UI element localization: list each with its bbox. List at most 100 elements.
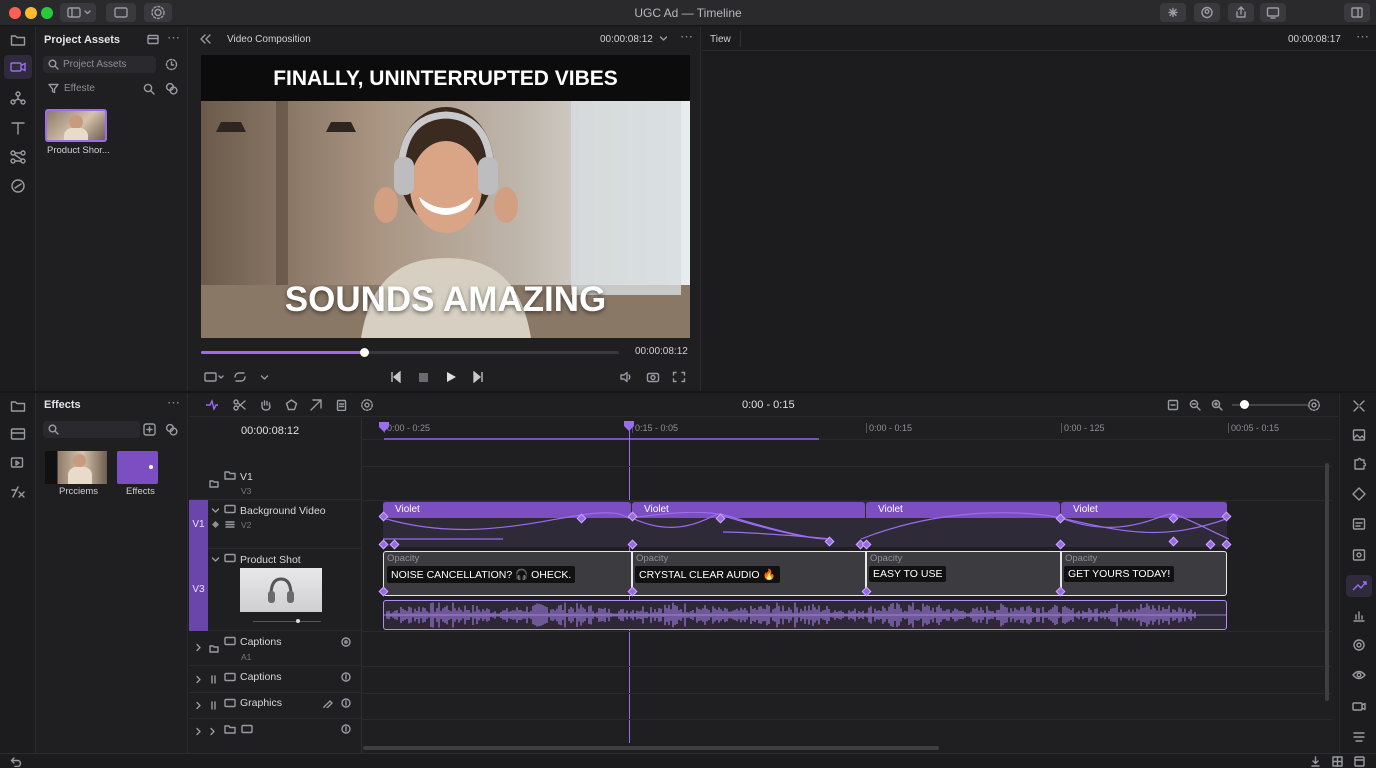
stop-button[interactable] (419, 373, 428, 382)
lower-folder-icon[interactable] (10, 399, 26, 413)
history-icon[interactable] (165, 58, 178, 71)
zoom-slider[interactable] (1232, 400, 1310, 409)
effects-filter-field[interactable]: Effeste (43, 80, 156, 97)
secondary-more-icon[interactable]: ⋯ (1356, 29, 1369, 45)
media-library-icon[interactable] (10, 456, 26, 470)
effects-search-input[interactable] (43, 421, 140, 438)
inspector-puzzle-icon[interactable] (1352, 457, 1366, 471)
clipboard-icon[interactable] (335, 399, 348, 411)
effect-label-effects: Effects (126, 486, 155, 497)
assets-more-icon[interactable]: ⋯ (167, 30, 180, 46)
effects-fx-icon[interactable] (10, 485, 26, 499)
inspector-toggle-icon[interactable] (1344, 3, 1370, 22)
aspect-ratio-icon[interactable] (204, 371, 226, 383)
folder-icon[interactable] (10, 33, 26, 47)
snap-settings-icon[interactable] (1307, 398, 1321, 412)
inspector-tools-icon[interactable] (1352, 399, 1366, 413)
link-icon[interactable] (165, 82, 178, 95)
skip-back-icon[interactable] (390, 371, 402, 383)
snapshot-icon[interactable] (646, 371, 660, 383)
caption-clip-3[interactable]: EASY TO USE (869, 566, 947, 582)
inspector-fx-icon[interactable] (1352, 729, 1366, 743)
timeline-horizontal-scrollbar[interactable] (363, 746, 939, 750)
timecode-dropdown-icon[interactable] (659, 34, 668, 43)
effect-thumb-presets[interactable] (45, 451, 107, 484)
caption-clip-1[interactable]: NOISE CANCELLATION? 🎧 OHECK. (387, 566, 576, 583)
inspector-visibility-icon[interactable] (1352, 668, 1366, 682)
track-header-v1[interactable]: V1 V3 (189, 466, 361, 500)
caption-clip-4[interactable]: GET YOURS TODAY! (1064, 566, 1175, 582)
scrub-bar[interactable] (201, 348, 619, 357)
time-ruler[interactable]: 0:00 - 0:25 0:15 - 0:05 0:00 - 0:15 0:00… (362, 418, 1332, 440)
inspector-image-icon[interactable] (1352, 428, 1366, 442)
status-grid-icon[interactable] (1332, 756, 1343, 767)
shape-tool-icon[interactable] (285, 399, 298, 411)
volume-icon[interactable] (619, 371, 633, 383)
nodes-icon[interactable] (10, 150, 26, 164)
inspector-stabilize-icon[interactable] (1352, 638, 1366, 652)
viewer-more-icon[interactable]: ⋯ (680, 29, 693, 45)
select-tool-icon[interactable] (205, 399, 219, 411)
loop-icon[interactable] (233, 371, 247, 383)
media-tool-button[interactable] (4, 55, 32, 79)
track-header-empty[interactable] (189, 719, 361, 745)
fit-timeline-icon[interactable] (1167, 399, 1179, 411)
track-header-graphics[interactable]: Graphics (189, 693, 361, 719)
caption-clip-2[interactable]: CRYSTAL CLEAR AUDIO 🔥 (635, 566, 780, 583)
timeline-settings-icon[interactable] (360, 398, 374, 412)
scrub-handle[interactable] (360, 348, 370, 357)
ruler-label-0: 0:00 - 0:25 (384, 423, 430, 433)
new-bin-icon[interactable] (147, 34, 159, 45)
status-pin-icon[interactable] (1310, 756, 1321, 767)
timeline-vertical-scrollbar[interactable] (1325, 463, 1329, 701)
video-preview-frame[interactable]: FINALLY, UNINTERRUPTED VIBES SOUNDS AMAZ… (201, 55, 690, 338)
opacity-label-3: Opacity (870, 553, 903, 564)
undo-icon[interactable] (10, 756, 22, 767)
assets-search-input[interactable]: Project Assets (43, 56, 156, 73)
crop-tool-icon[interactable] (310, 399, 323, 411)
keyframe-curves[interactable] (383, 512, 1229, 548)
account-icon[interactable] (1194, 3, 1220, 22)
play-button[interactable] (445, 371, 457, 383)
effects-link-icon[interactable] (165, 423, 178, 436)
effect-thumb-effects[interactable] (117, 451, 158, 484)
fullscreen-icon[interactable] (672, 371, 686, 383)
zoom-slider-handle[interactable] (1239, 400, 1249, 409)
zoom-in-icon[interactable] (1211, 399, 1223, 411)
share-icon[interactable] (1228, 3, 1254, 22)
razor-icon[interactable] (233, 399, 246, 411)
track-header-captions-a1[interactable]: Captions A1 (189, 631, 361, 666)
storyboard-icon[interactable] (10, 427, 26, 441)
status-layout-icon[interactable] (1354, 756, 1365, 767)
scrub-timecode: 00:00:08:12 (635, 346, 688, 357)
effects-grid-icon[interactable] (143, 423, 156, 436)
asset-thumbnail[interactable] (45, 109, 107, 142)
collapse-left-icon[interactable] (198, 33, 212, 45)
opacity-label-4: Opacity (1065, 553, 1098, 564)
track-header-captions[interactable]: Captions (189, 666, 361, 693)
audio-clip[interactable] (383, 600, 1227, 630)
inspector-media-icon[interactable] (1352, 548, 1366, 562)
zoom-out-icon[interactable] (1189, 399, 1201, 411)
inspector-camera-icon[interactable] (1352, 699, 1366, 713)
work-area-bar[interactable] (384, 438, 819, 440)
product-shot-thumbnail[interactable] (240, 568, 322, 612)
inspector-keyframe-icon[interactable] (1352, 487, 1366, 501)
hand-tool-icon[interactable] (259, 399, 272, 411)
extensions-icon[interactable] (1160, 3, 1186, 22)
inspector-chart-icon[interactable] (1352, 609, 1366, 623)
track-v1-sub: V3 (241, 486, 252, 496)
in-point-marker[interactable] (378, 421, 390, 433)
transitions-icon[interactable] (10, 91, 26, 105)
text-tool-icon[interactable] (10, 121, 26, 135)
inspector-text-icon[interactable] (1352, 517, 1366, 531)
track-header-background-video[interactable]: V1 Background Video V2 (189, 500, 361, 549)
inspector-color-button[interactable] (1346, 575, 1372, 597)
loop-dropdown-icon[interactable] (260, 373, 269, 382)
track-product-shot-name: Product Shot (240, 554, 301, 566)
track-header-product-shot[interactable]: V3 Product Shot (189, 549, 361, 631)
adjust-icon[interactable] (10, 179, 26, 193)
skip-forward-icon[interactable] (472, 371, 484, 383)
display-icon[interactable] (1260, 3, 1286, 22)
effects-more-icon[interactable]: ⋯ (167, 395, 180, 411)
